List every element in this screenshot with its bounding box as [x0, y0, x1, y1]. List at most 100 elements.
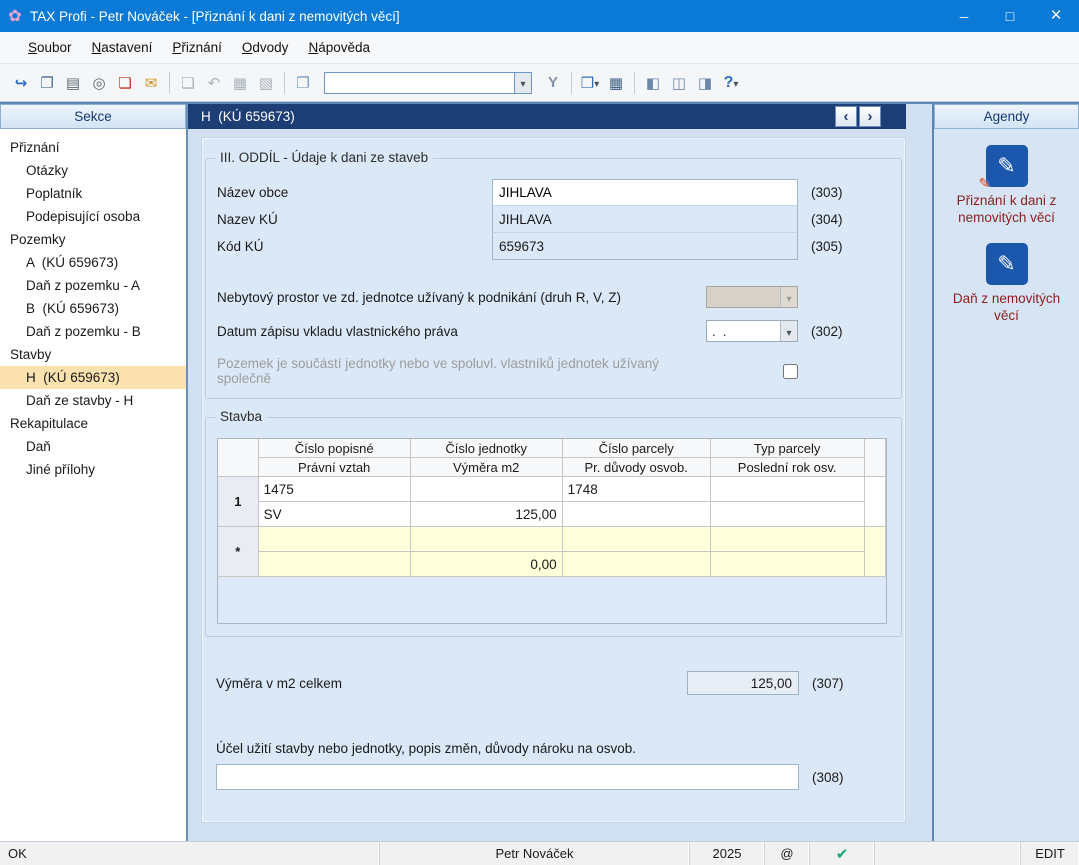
toolbar-search-combo	[324, 72, 532, 94]
cell[interactable]	[563, 502, 711, 527]
maximize-button[interactable]	[987, 0, 1033, 32]
sidebar-item-otazky[interactable]: Otázky	[0, 159, 186, 182]
sidebar-item-rekapitulace[interactable]: Rekapitulace	[0, 412, 186, 435]
cell[interactable]: 125,00	[411, 502, 563, 527]
nazev-obce-input[interactable]	[493, 180, 797, 205]
cell[interactable]	[711, 477, 865, 502]
panel-left-button[interactable]	[640, 70, 666, 96]
fields-grid: Název obce (303) Nazev KÚ JIHLAVA (304) …	[217, 179, 890, 260]
agenda-icon[interactable]	[986, 145, 1028, 187]
app-window: TAX Profi - Petr Nováček - [Přiznání k d…	[0, 0, 1079, 865]
sidebar-item-poplatnik[interactable]: Poplatník	[0, 182, 186, 205]
sidebar-item-dan-z-pozemku-a[interactable]: Daň z pozemku - A	[0, 274, 186, 297]
pozemek-soucasti-checkbox[interactable]	[783, 364, 798, 379]
cell[interactable]	[411, 477, 563, 502]
sidebar-item-pozemky[interactable]: Pozemky	[0, 228, 186, 251]
nav-prev-icon	[844, 108, 849, 125]
undo-button	[201, 70, 227, 96]
save-button	[227, 70, 253, 96]
kod-ku-value: 659673	[492, 233, 798, 260]
status-year: 2025	[690, 842, 765, 865]
email-button[interactable]	[138, 70, 164, 96]
search-dropdown-button[interactable]	[514, 72, 532, 94]
menu-priznani[interactable]: Přiznání	[162, 34, 232, 61]
cell[interactable]: 1475	[259, 477, 411, 502]
pdf-button[interactable]	[112, 70, 138, 96]
cell[interactable]	[711, 502, 865, 527]
nav-next-icon	[868, 108, 873, 125]
folder-open-button[interactable]	[577, 70, 603, 96]
status-user: Petr Nováček	[380, 842, 690, 865]
sidebar-item-podepisujici-osoba[interactable]: Podepisující osoba	[0, 205, 186, 228]
exit-button[interactable]	[8, 70, 34, 96]
sidebar-item-b-ku-659673[interactable]: B (KÚ 659673)	[0, 297, 186, 320]
main-area: Sekce Přiznání Otázky Poplatník Podepisu…	[0, 102, 1079, 841]
agendas-panel: Agendy Přiznání k dani z nemovitých věcí…	[932, 104, 1079, 841]
pen-icon	[997, 153, 1015, 179]
col-header: Poslední rok osv.	[711, 458, 865, 477]
vymera-celkem-label: Výměra v m2 celkem	[216, 676, 687, 691]
nazev-obce-label: Název obce	[217, 179, 492, 206]
sidebar-item-dan-ze-stavby-h[interactable]: Daň ze stavby - H	[0, 389, 186, 412]
nebytovy-combo	[706, 286, 798, 308]
sidebar-item-a-ku-659673[interactable]: A (KÚ 659673)	[0, 251, 186, 274]
minimize-button[interactable]	[941, 0, 987, 32]
cell[interactable]	[259, 527, 411, 552]
title-bar: TAX Profi - Petr Nováček - [Přiznání k d…	[0, 0, 1079, 32]
print-button[interactable]	[60, 70, 86, 96]
dropdown-arrow-icon	[594, 75, 599, 90]
sidebar-item-stavby[interactable]: Stavby	[0, 343, 186, 366]
cell[interactable]	[711, 527, 865, 552]
col-header: Výměra m2	[411, 458, 563, 477]
row-end-cell	[865, 527, 886, 577]
nebytovy-value	[707, 287, 780, 307]
agenda-item-priznani[interactable]: Přiznání k dani z nemovitých věcí	[934, 145, 1079, 227]
table-row-new: * 0,00	[218, 527, 886, 577]
menu-odvody[interactable]: Odvody	[232, 34, 299, 61]
cell[interactable]	[259, 552, 411, 577]
sidebar-item-dan-z-pozemku-b[interactable]: Daň z pozemku - B	[0, 320, 186, 343]
calculator-icon	[609, 74, 623, 92]
ucel-uziti-label: Účel užití stavby nebo jednotky, popis z…	[216, 741, 847, 756]
help-pointer-button[interactable]	[718, 70, 744, 96]
cell[interactable]: 0,00	[411, 552, 563, 577]
panel-middle-button[interactable]	[666, 70, 692, 96]
sidebar-item-jine-prilohy[interactable]: Jiné přílohy	[0, 458, 186, 481]
sidebar-item-h-ku-659673[interactable]: H (KÚ 659673)	[0, 366, 186, 389]
stavba-group: Stavba Číslo popisné Číslo jednotky Čísl…	[205, 417, 902, 637]
menu-nastaveni[interactable]: Nastavení	[82, 34, 163, 61]
menu-soubor[interactable]: Soubor	[18, 34, 82, 61]
close-button[interactable]	[1033, 0, 1079, 32]
cell[interactable]: 1748	[563, 477, 711, 502]
agenda-icon[interactable]	[986, 243, 1028, 285]
search-input[interactable]	[324, 72, 514, 94]
next-record-button[interactable]	[859, 106, 881, 127]
flower-icon	[0, 6, 30, 26]
panel-middle-icon	[672, 74, 686, 92]
ucel-uziti-input[interactable]	[216, 764, 799, 790]
cell[interactable]	[711, 552, 865, 577]
panel-right-button[interactable]	[692, 70, 718, 96]
cell[interactable]: SV	[259, 502, 411, 527]
menu-napoveda[interactable]: Nápověda	[298, 34, 380, 61]
agenda-item-dan[interactable]: Daň z nemovitých věcí	[934, 243, 1079, 325]
dropdown-arrow-icon	[786, 324, 791, 339]
print-preview-button[interactable]	[86, 70, 112, 96]
sidebar-item-priznani[interactable]: Přiznání	[0, 136, 186, 159]
stavba-group-title: Stavba	[215, 409, 267, 424]
toolbar	[0, 64, 1079, 102]
prev-record-button[interactable]	[835, 106, 857, 127]
total-row: Výměra v m2 celkem 125,00 (307)	[216, 671, 891, 695]
sidebar-item-dan[interactable]: Daň	[0, 435, 186, 458]
datum-combo[interactable]: . .	[706, 320, 798, 342]
calculator-button[interactable]	[603, 70, 629, 96]
duplicate-button[interactable]	[290, 70, 316, 96]
filter-icon	[548, 74, 558, 91]
cell[interactable]	[411, 527, 563, 552]
table-empty-area	[218, 577, 886, 623]
cell[interactable]	[563, 552, 711, 577]
datum-dropdown-button[interactable]	[780, 321, 797, 341]
cell[interactable]	[563, 527, 711, 552]
copy-button[interactable]	[34, 70, 60, 96]
window-controls	[941, 0, 1079, 32]
